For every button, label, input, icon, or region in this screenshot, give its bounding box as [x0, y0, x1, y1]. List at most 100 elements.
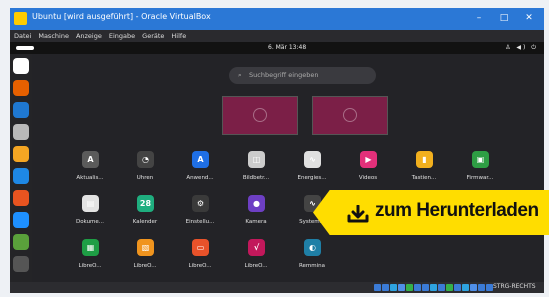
vbox-device-icon[interactable] — [478, 284, 485, 291]
app-launcher[interactable]: ⚙ Einstellu... — [172, 195, 228, 239]
clock[interactable]: 6. Mär 13:48 — [268, 42, 306, 54]
app-launcher[interactable]: ▮ Tastien... — [396, 151, 452, 195]
screenshot-frame: Ubuntu [wird ausgeführt] - Oracle Virtua… — [0, 0, 549, 297]
dock-thunderbird-icon[interactable] — [13, 102, 29, 118]
vbox-device-icon[interactable] — [414, 284, 421, 291]
ubuntu-wallpaper-logo-icon — [253, 108, 267, 122]
app-label: Bildbetr... — [242, 175, 270, 181]
app-launcher[interactable]: 28 Kalender — [117, 195, 173, 239]
dock-libreoffice-writer-icon[interactable] — [13, 168, 29, 184]
app-icon: ▣ — [472, 151, 489, 168]
system-status-icons[interactable]: ♙ ◀) ⏻ — [505, 42, 538, 54]
app-icon: ◫ — [248, 151, 265, 168]
app-launcher[interactable]: ▤ Dokume... — [62, 195, 118, 239]
app-launcher[interactable]: ▦ LibreO... — [62, 239, 118, 283]
vbox-statusbar: STRG-RECHTS — [10, 282, 544, 293]
activities-button[interactable] — [16, 46, 34, 50]
app-launcher[interactable]: ● Kamera — [228, 195, 284, 239]
app-launcher[interactable]: ◔ Uhren — [117, 151, 173, 195]
menu-hilfe[interactable]: Hilfe — [171, 32, 186, 40]
app-label: Uhren — [136, 175, 154, 181]
app-icon: ▭ — [192, 239, 209, 256]
app-launcher[interactable]: ∿ Energies... — [284, 151, 340, 195]
hostkey-label: STRG-RECHTS — [493, 283, 536, 290]
app-icon: ◔ — [137, 151, 154, 168]
app-label: Tastien... — [411, 175, 437, 181]
menu-geraete[interactable]: Geräte — [142, 32, 164, 40]
window-title: Ubuntu [wird ausgeführt] - Oracle Virtua… — [32, 12, 211, 21]
app-launcher[interactable]: √ LibreO... — [228, 239, 284, 283]
vbox-device-icon[interactable] — [398, 284, 405, 291]
search-input[interactable]: ⌕ Suchbegriff eingeben — [229, 67, 376, 84]
vbox-device-icon[interactable] — [462, 284, 469, 291]
app-launcher[interactable]: ▭ LibreO... — [172, 239, 228, 283]
app-icon: ∿ — [304, 151, 321, 168]
dock-show-apps-icon[interactable] — [13, 256, 29, 272]
app-launcher[interactable]: ▣ Firmwar... — [452, 151, 508, 195]
vbox-device-icon[interactable] — [430, 284, 437, 291]
vbox-device-icon[interactable] — [438, 284, 445, 291]
app-label: Aktualis... — [76, 175, 104, 181]
app-launcher[interactable]: A Aktualis... — [62, 151, 118, 195]
workspace-thumbnail-2[interactable] — [312, 96, 388, 135]
app-launcher[interactable]: ◫ Bildbetr... — [228, 151, 284, 195]
app-launcher[interactable]: ▧ LibreO... — [117, 239, 173, 283]
menu-eingabe[interactable]: Eingabe — [109, 32, 135, 40]
app-grid-overview: ⌕ Suchbegriff eingeben A Aktualis... ◔ Uhre… — [32, 54, 544, 289]
vbox-device-icon[interactable] — [374, 284, 381, 291]
app-icon: ▦ — [82, 239, 99, 256]
vbox-device-icon[interactable] — [382, 284, 389, 291]
dock-rhythmbox-icon[interactable] — [13, 146, 29, 162]
app-launcher[interactable]: ▶ Videos — [340, 151, 396, 195]
dock-help-icon[interactable] — [13, 212, 29, 228]
app-icon: ⚙ — [192, 195, 209, 212]
maximize-button[interactable]: □ — [493, 11, 515, 26]
window-titlebar: Ubuntu [wird ausgeführt] - Oracle Virtua… — [10, 8, 544, 30]
virtualbox-logo-icon — [14, 12, 27, 25]
dock — [10, 54, 32, 282]
workspace-thumbnail-1[interactable] — [222, 96, 298, 135]
menu-maschine[interactable]: Maschine — [38, 32, 69, 40]
dock-trash-icon[interactable] — [13, 234, 29, 250]
app-icon: ▧ — [137, 239, 154, 256]
app-label: Firmwar... — [466, 175, 494, 181]
vbox-device-icon[interactable] — [470, 284, 477, 291]
ubuntu-wallpaper-logo-icon — [343, 108, 357, 122]
app-label: LibreO... — [244, 263, 268, 269]
app-label: Dokume... — [75, 219, 105, 225]
close-button[interactable]: ✕ — [518, 11, 540, 26]
menubar: Datei Maschine Anzeige Eingabe Geräte Hilfe — [10, 30, 544, 42]
app-label: Remmina — [298, 263, 326, 269]
vbox-device-icon[interactable] — [446, 284, 453, 291]
vbox-device-icon[interactable] — [454, 284, 461, 291]
app-icon: ◐ — [304, 239, 321, 256]
app-label: Energies... — [297, 175, 327, 181]
app-launcher[interactable]: ◐ Remmina — [284, 239, 340, 283]
minimize-button[interactable]: – — [468, 11, 490, 26]
app-launcher[interactable]: A Anwend... — [172, 151, 228, 195]
app-label: LibreO... — [133, 263, 157, 269]
download-label[interactable]: zum Herunterladen — [375, 200, 539, 222]
menu-anzeige[interactable]: Anzeige — [76, 32, 102, 40]
gnome-top-bar: 6. Mär 13:48 ♙ ◀) ⏻ — [10, 42, 544, 54]
search-placeholder: Suchbegriff eingeben — [249, 71, 319, 79]
app-label: Anwend... — [186, 175, 214, 181]
app-label: Kalender — [132, 219, 158, 225]
dock-activities-icon[interactable] — [13, 58, 29, 74]
app-label: Videos — [358, 175, 378, 181]
menu-datei[interactable]: Datei — [14, 32, 31, 40]
app-label: Kamera — [245, 219, 267, 225]
vbox-device-icon[interactable] — [406, 284, 413, 291]
app-label: Einstellu... — [185, 219, 215, 225]
dock-app-center-icon[interactable] — [13, 190, 29, 206]
dock-firefox-icon[interactable] — [13, 80, 29, 96]
app-label: LibreO... — [78, 263, 102, 269]
vbox-device-icon[interactable] — [390, 284, 397, 291]
vbox-device-icon[interactable] — [486, 284, 493, 291]
search-icon: ⌕ — [238, 71, 242, 79]
app-icon: A — [192, 151, 209, 168]
app-icon: ▤ — [82, 195, 99, 212]
dock-files-icon[interactable] — [13, 124, 29, 140]
vbox-device-icon[interactable] — [422, 284, 429, 291]
app-icon: A — [82, 151, 99, 168]
